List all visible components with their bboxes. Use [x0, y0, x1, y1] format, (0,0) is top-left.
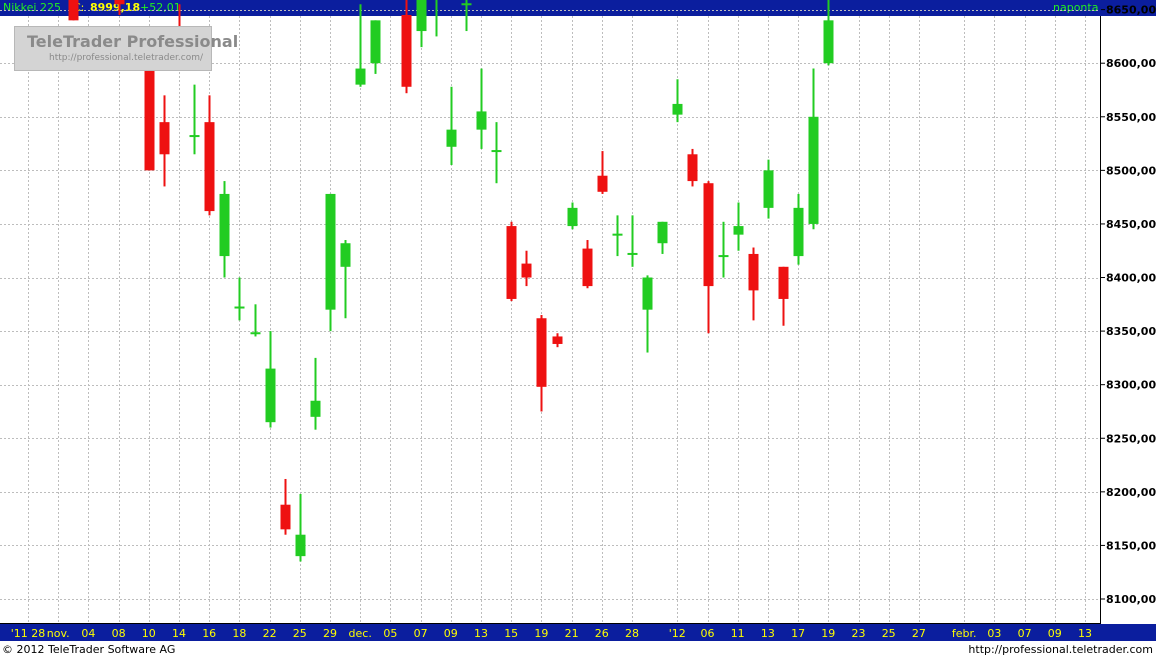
x-tick-label: 19 [534, 627, 548, 640]
candle-body [657, 221, 668, 244]
x-tick-label: 07 [414, 627, 428, 640]
x-tick-label: 19 [821, 627, 835, 640]
candlestick-chart: 8100,00 8150,00 8200,00 8250,00 8300,00 8350,… [0, 0, 1156, 640]
x-tick-label: 22 [263, 627, 277, 640]
candle-body [536, 318, 547, 387]
candle-body [265, 368, 276, 423]
y-tick-label: 8400,00 [1106, 272, 1156, 285]
candle-body [612, 233, 623, 236]
candle-body [491, 150, 502, 153]
y-tick-label: 8100,00 [1106, 593, 1156, 606]
x-tick-label: 13 [761, 627, 775, 640]
candle-body [718, 255, 729, 258]
candle-body [340, 243, 351, 267]
x-tick-label: 13 [474, 627, 488, 640]
candle-body [250, 332, 261, 335]
candle-body [552, 336, 563, 344]
x-tick-label: nov. [47, 627, 70, 640]
candle-body [476, 111, 487, 130]
y-tick-label: 8250,00 [1106, 432, 1156, 445]
x-tick-label: 26 [595, 627, 609, 640]
x-tick-label: 05 [383, 627, 397, 640]
candle-body [778, 266, 789, 299]
footer: © 2012 TeleTrader Software AG http://pro… [0, 641, 1156, 659]
x-tick-label: 28 [625, 627, 639, 640]
x-tick-label: 29 [323, 627, 337, 640]
candle-body [567, 207, 578, 227]
candle-body [642, 277, 653, 310]
x-tick-label: 07 [1018, 627, 1032, 640]
y-tick-label: 8550,00 [1106, 111, 1156, 124]
x-tick-label: 21 [565, 627, 579, 640]
candle-body [219, 193, 230, 257]
y-tick-label: 8150,00 [1106, 539, 1156, 552]
x-tick-label: febr. [952, 627, 977, 640]
y-tick-label: 8300,00 [1106, 379, 1156, 392]
candle-body [159, 122, 170, 155]
candle-body [808, 116, 819, 224]
y-tick-label: 8450,00 [1106, 218, 1156, 231]
x-tick-label: 03 [987, 627, 1001, 640]
candle-body [310, 400, 321, 417]
x-tick-label: 18 [232, 627, 246, 640]
x-tick-label: 15 [504, 627, 518, 640]
candle-body [763, 170, 774, 208]
x-tick-label: 06 [701, 627, 715, 640]
x-tick-label: 17 [791, 627, 805, 640]
candle-body [687, 154, 698, 182]
y-tick-label: 8600,00 [1106, 57, 1156, 70]
candle-body [204, 122, 215, 212]
x-tick-label: 27 [912, 627, 926, 640]
y-tick-label: 8650,00 [1106, 4, 1156, 17]
x-tick-label: '12 [669, 627, 686, 640]
candle-body [370, 20, 381, 64]
x-tick-label: 08 [112, 627, 126, 640]
x-tick-label: 13 [1078, 627, 1092, 640]
x-tick-label: 16 [202, 627, 216, 640]
candle-body [597, 175, 608, 192]
logo-brand-text: TeleTrader Professional [27, 32, 239, 51]
candle-body [68, 0, 79, 21]
candle-body [280, 504, 291, 530]
candle-body [144, 65, 155, 171]
candle-body [114, 0, 125, 5]
candle-body [401, 14, 412, 87]
teletrader-logo: TeleTrader Professional http://professio… [14, 26, 238, 71]
x-tick-label: 14 [172, 627, 186, 640]
footer-url: http://professional.teletrader.com [968, 643, 1153, 656]
candle-body [823, 20, 834, 64]
candle-body [672, 103, 683, 115]
x-tick-label: dec. [349, 627, 372, 640]
candle-body [325, 193, 336, 310]
candle-body [461, 3, 472, 6]
x-tick-label: 04 [81, 627, 95, 640]
x-tick-label: 09 [1048, 627, 1062, 640]
candle-body [234, 306, 245, 309]
x-tick-label: '11 28 [11, 627, 46, 640]
candle-body [355, 68, 366, 85]
candle-body [295, 534, 306, 557]
candle-body [521, 263, 532, 278]
logo-url: http://professional.teletrader.com/ [49, 53, 204, 63]
candle-body [748, 253, 759, 291]
x-tick-label: 25 [882, 627, 896, 640]
x-tick-label: 11 [731, 627, 745, 640]
copyright-text: © 2012 TeleTrader Software AG [2, 643, 176, 656]
candle-body [189, 135, 200, 138]
candle-body [703, 183, 714, 287]
candle-body [506, 226, 517, 299]
candle-body [416, 0, 427, 32]
x-tick-label: 25 [293, 627, 307, 640]
candle-body [627, 252, 638, 255]
x-tick-label: 10 [142, 627, 156, 640]
y-tick-label: 8200,00 [1106, 486, 1156, 499]
y-tick-label: 8350,00 [1106, 325, 1156, 338]
x-tick-label: 23 [852, 627, 866, 640]
candle-body [446, 129, 457, 147]
x-tick-label: 09 [444, 627, 458, 640]
candle-body [733, 226, 744, 235]
y-tick-label: 8500,00 [1106, 164, 1156, 177]
candle-body [793, 207, 804, 257]
candle-body [582, 248, 593, 287]
